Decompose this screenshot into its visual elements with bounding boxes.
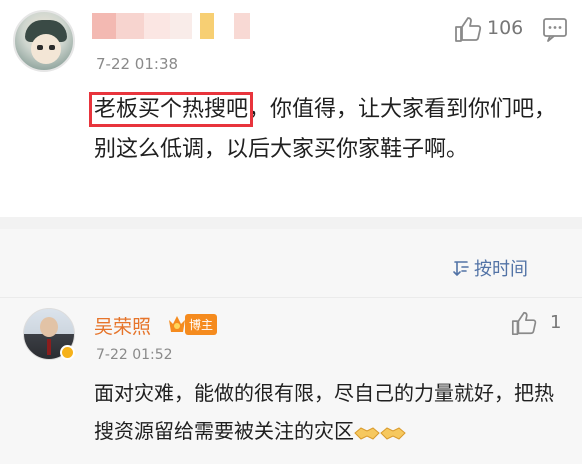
section-divider <box>0 217 582 229</box>
verified-badge-icon <box>60 345 75 360</box>
handshake-emoji-icon <box>354 426 380 440</box>
comment-card: 7-22 01:38 106 老板买个热搜吧，你值得，让大家看到你们吧，别这么低… <box>0 0 582 217</box>
crown-icon <box>169 316 185 332</box>
divider-line <box>0 297 582 298</box>
comment-timestamp: 7-22 01:38 <box>96 55 179 73</box>
comment-like-count: 106 <box>487 17 524 39</box>
highlighted-phrase: 老板买个热搜吧 <box>88 92 254 127</box>
blogger-badge: 博主 <box>167 313 218 335</box>
reply-username[interactable]: 吴荣照 <box>94 312 151 339</box>
commenter-avatar[interactable] <box>13 10 75 72</box>
reply-timestamp: 7-22 01:52 <box>96 347 173 363</box>
sort-by-time-button[interactable]: 按时间 <box>452 255 528 281</box>
thumbs-up-icon[interactable] <box>510 309 538 337</box>
comment-body: 老板买个热搜吧，你值得，让大家看到你们吧，别这么低调，以后大家买你家鞋子啊。 <box>88 90 564 170</box>
comment-reply-icon[interactable] <box>540 14 570 44</box>
reply-body-text: 面对灾难，能做的很有限，尽自己的力量就好，把热搜资源留给需要被关注的灾区 <box>94 381 554 443</box>
handshake-emoji-icon <box>380 426 406 440</box>
sort-icon <box>453 261 469 277</box>
badge-label: 博主 <box>185 313 218 335</box>
thumbs-up-icon[interactable] <box>453 14 483 44</box>
sort-label: 按时间 <box>474 259 528 280</box>
reply-body: 面对灾难，能做的很有限，尽自己的力量就好，把热搜资源留给需要被关注的灾区 <box>94 374 564 450</box>
commenter-username-blurred[interactable] <box>92 13 250 39</box>
reply-like-count: 1 <box>550 312 562 333</box>
